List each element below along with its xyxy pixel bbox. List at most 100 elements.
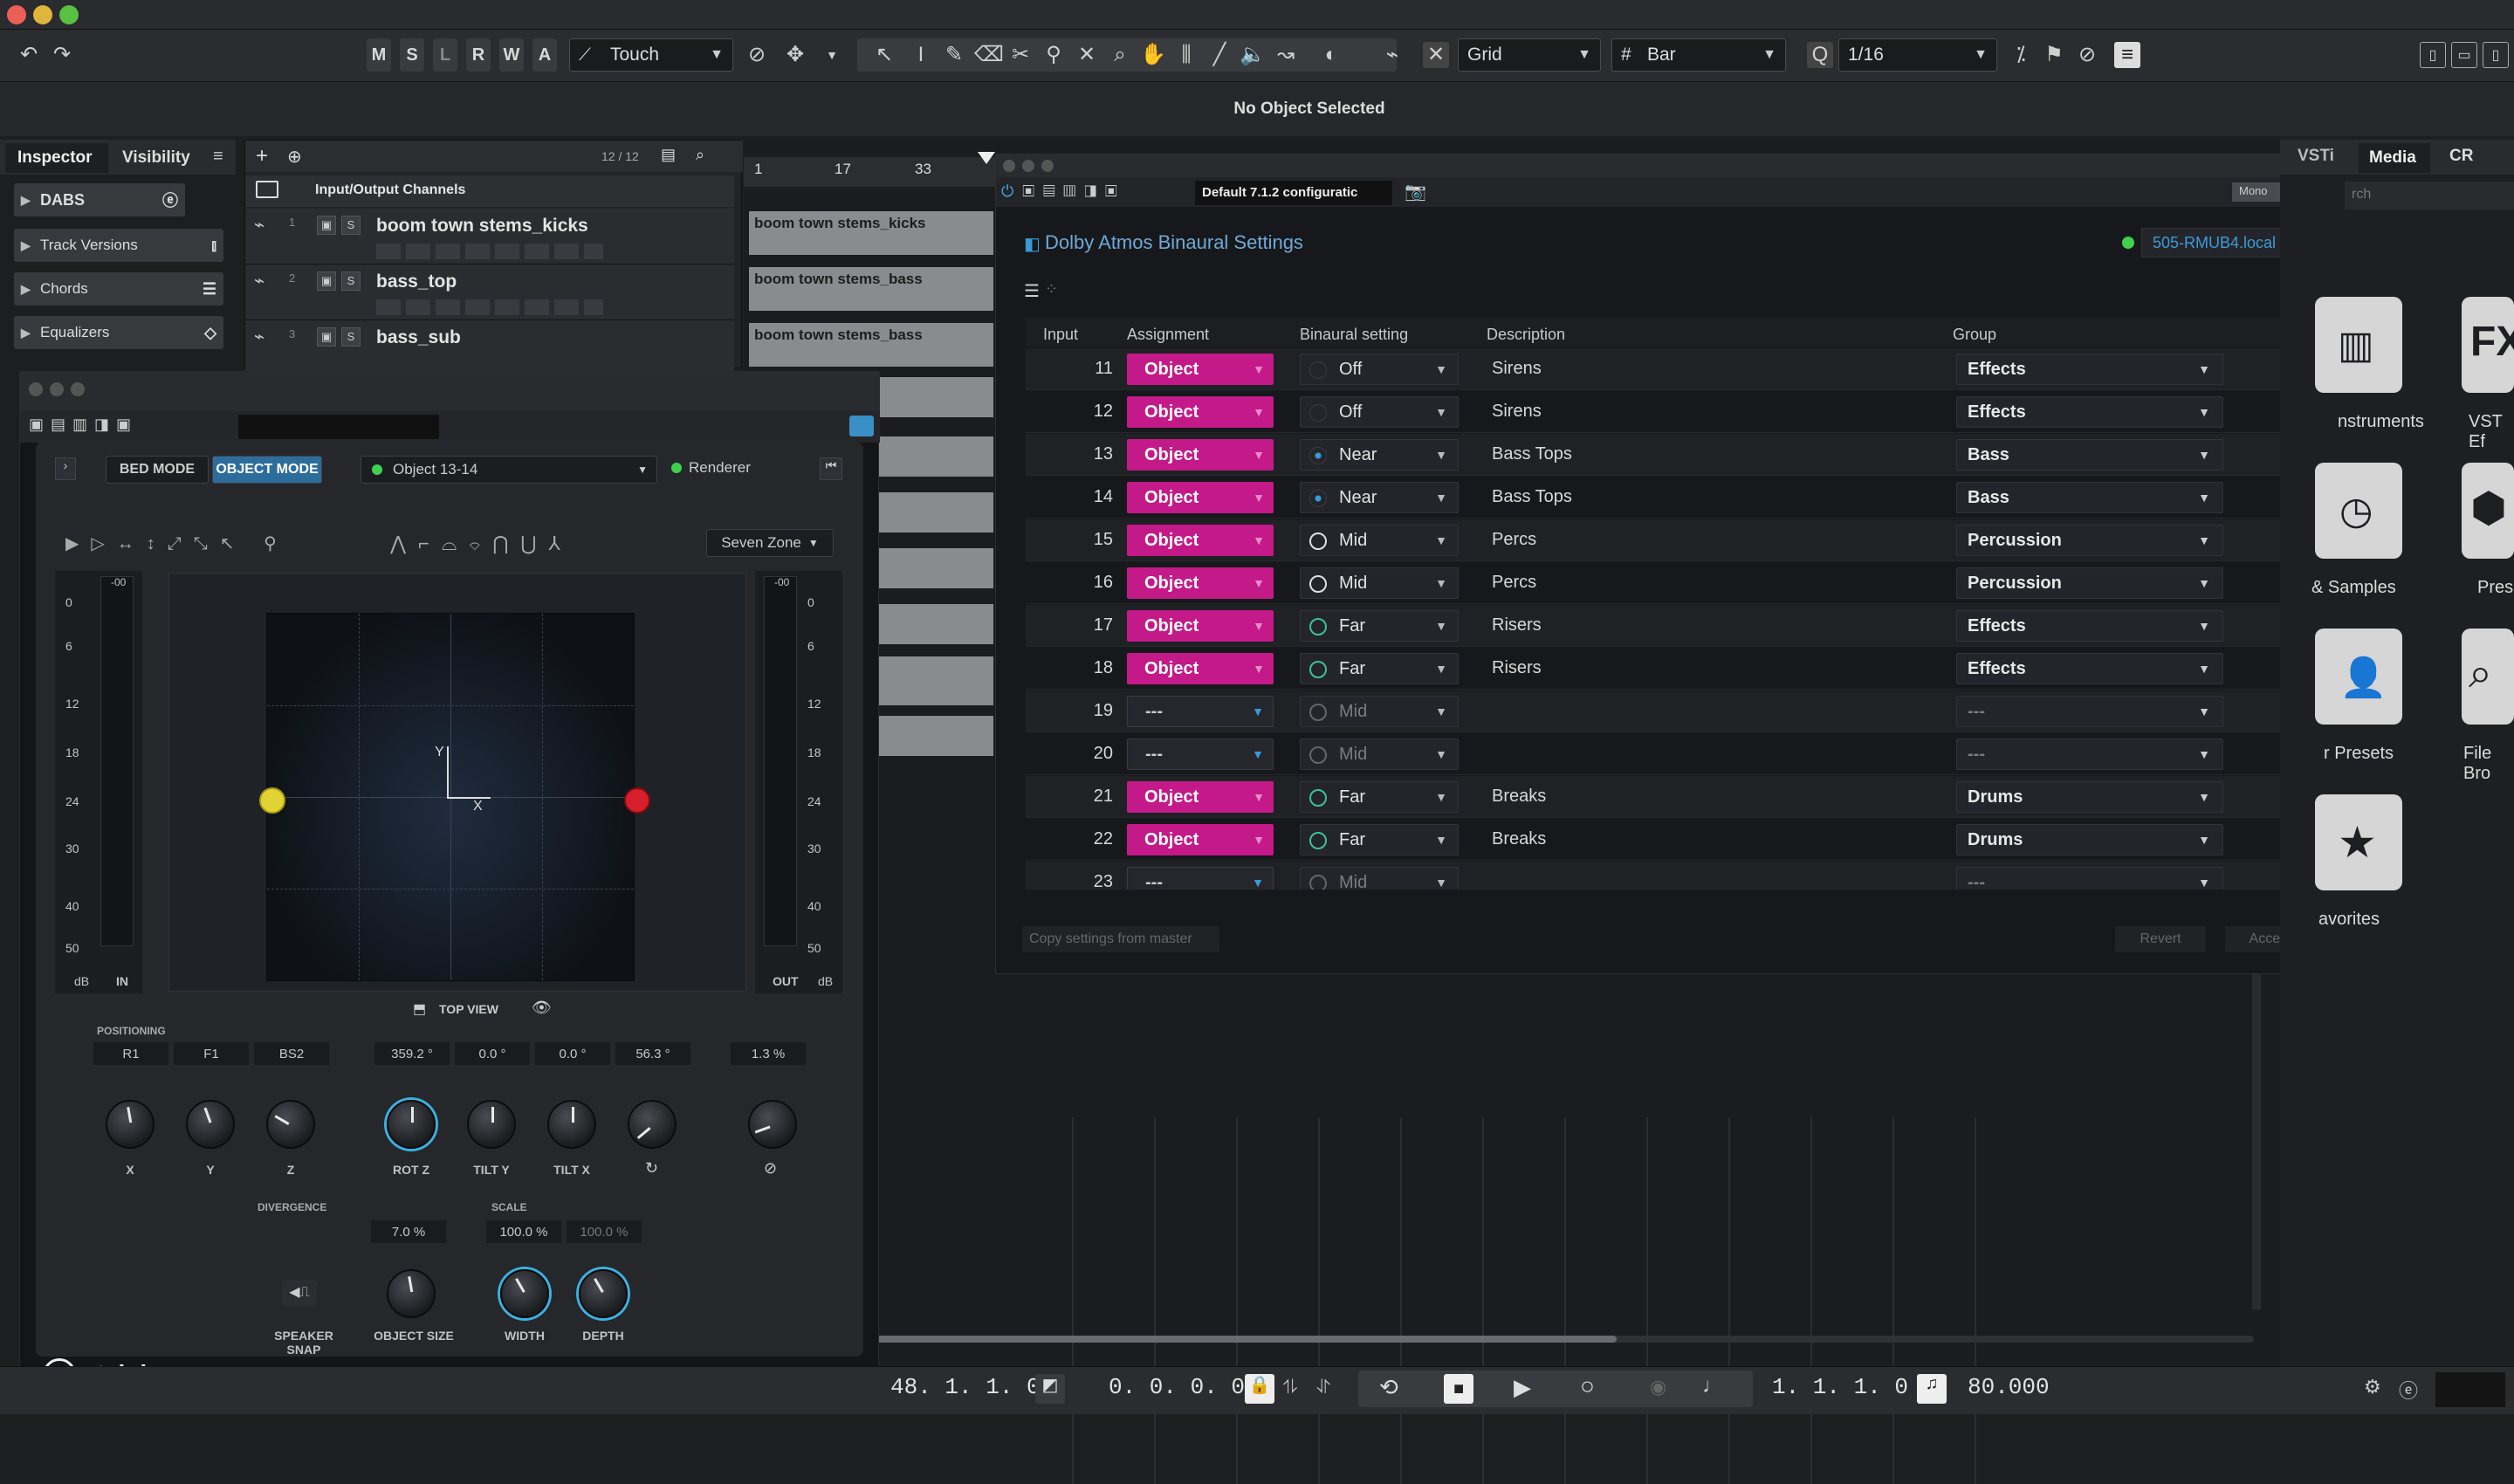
object-left-handle[interactable] xyxy=(259,787,285,814)
binaural-setting-select[interactable]: Far ▼ xyxy=(1300,781,1459,813)
left-zone-icon[interactable]: ▯ xyxy=(2420,42,2446,68)
zone-select[interactable]: Seven Zone ▼ xyxy=(706,529,834,557)
auto-scroll-icon[interactable]: ⊘ xyxy=(744,42,770,68)
binaural-setting-select[interactable]: Off ▼ xyxy=(1300,354,1459,385)
listen-mode-button[interactable]: L xyxy=(433,38,457,72)
add-track-icon[interactable]: + xyxy=(256,144,268,168)
plugin-toolbar-icons[interactable]: ▣▤▥◨▣ xyxy=(29,416,138,434)
grid-type-select[interactable]: # Bar ▼ xyxy=(1611,38,1786,72)
width-scale-value[interactable]: 100.0 % xyxy=(486,1220,561,1243)
loops-samples-tile[interactable]: ◷ xyxy=(2315,463,2402,559)
table-row[interactable]: 17 Object ▼ Far ▼ Risers Effects ▼ xyxy=(1026,605,2318,647)
group-select[interactable]: Effects ▼ xyxy=(1956,396,2223,428)
user-presets-tile[interactable]: 👤 xyxy=(2315,629,2402,725)
speaker-snap-icon[interactable]: ◀⎍ xyxy=(282,1280,317,1306)
assignment-select[interactable]: Object ▼ xyxy=(1127,482,1274,513)
lock-icon[interactable]: 🔒 xyxy=(1245,1374,1274,1404)
table-row[interactable]: 19 --- ▼ Mid ▼ --- ▼ xyxy=(1026,690,2318,732)
mute-mode-button[interactable]: M xyxy=(367,38,391,72)
favorites-tile[interactable]: ★ xyxy=(2315,794,2402,890)
track-row[interactable]: ⌁ 2 ▣ S bass_top xyxy=(245,265,734,320)
table-row[interactable]: 16 Object ▼ Mid ▼ Percs Percussion ▼ xyxy=(1026,562,2318,604)
assignment-select[interactable]: Object ▼ xyxy=(1127,525,1274,556)
group-select[interactable]: Percussion ▼ xyxy=(1956,525,2223,556)
copy-settings-button[interactable]: Copy settings from master xyxy=(1022,926,1219,952)
table-row[interactable]: 11 Object ▼ Off ▼ Sirens Effects ▼ xyxy=(1026,348,2318,390)
track-controls[interactable] xyxy=(376,244,603,259)
binaural-setting-select[interactable]: Far ▼ xyxy=(1300,653,1459,684)
mute-button[interactable]: ▣ xyxy=(317,216,336,235)
group-select[interactable]: Bass ▼ xyxy=(1956,439,2223,471)
zoom-tool-icon[interactable]: ⌕ xyxy=(1107,42,1133,68)
track-controls[interactable] xyxy=(376,299,603,315)
preset-field[interactable] xyxy=(238,415,439,439)
warp-tool-icon[interactable]: ↝ xyxy=(1273,42,1299,68)
punch-in-icon[interactable]: ⥮ xyxy=(1283,1376,1297,1398)
rotation-value[interactable]: 56.3 ° xyxy=(615,1042,690,1065)
solo-button[interactable]: S xyxy=(341,327,361,347)
binaural-setting-select[interactable]: Far ▼ xyxy=(1300,824,1459,855)
table-row[interactable]: 22 Object ▼ Far ▼ Breaks Drums ▼ xyxy=(1026,819,2318,861)
assignment-select[interactable]: --- ▼ xyxy=(1127,696,1274,727)
plugin-info-icon[interactable] xyxy=(849,416,874,436)
table-row[interactable]: 12 Object ▼ Off ▼ Sirens Effects ▼ xyxy=(1026,391,2318,433)
object-right-handle[interactable] xyxy=(624,787,650,814)
group-select[interactable]: Effects ▼ xyxy=(1956,653,2223,684)
binaural-setting-select[interactable]: Mid ▼ xyxy=(1300,696,1459,727)
zoom-window-icon[interactable] xyxy=(59,5,79,24)
depth-knob[interactable] xyxy=(579,1269,628,1318)
inspector-item-equalizers[interactable]: ▶ Equalizers ◇ xyxy=(14,316,223,349)
object-size-knob[interactable] xyxy=(387,1269,436,1318)
rot-z-knob[interactable] xyxy=(387,1100,436,1149)
right-locator-display[interactable]: 1. 1. 1. 0 xyxy=(1772,1374,1908,1400)
group-select[interactable]: --- ▼ xyxy=(1956,867,2223,890)
minimize-window-icon[interactable] xyxy=(1022,160,1034,172)
speaker-box-r1[interactable]: R1 xyxy=(93,1042,168,1065)
object-mode-button[interactable]: OBJECT MODE xyxy=(212,456,322,484)
tempo-track-icon[interactable]: ♫ xyxy=(1917,1374,1947,1404)
erase-tool-icon[interactable]: ⌫ xyxy=(974,42,1004,68)
left-locator-display[interactable]: 0. 0. 0. 0 xyxy=(1109,1374,1245,1400)
assignment-select[interactable]: Object ▼ xyxy=(1127,824,1274,855)
group-select[interactable]: Bass ▼ xyxy=(1956,482,2223,513)
playhead-icon[interactable] xyxy=(978,152,995,164)
top-view-icon[interactable]: ⬒ xyxy=(413,1000,426,1018)
minimize-window-icon[interactable] xyxy=(33,5,52,24)
x-knob[interactable] xyxy=(106,1100,155,1149)
presets-tile[interactable]: ⬢ xyxy=(2462,463,2514,559)
line-tool-icon[interactable]: ╱ xyxy=(1206,42,1233,68)
play-icon[interactable]: ▶ xyxy=(1514,1374,1531,1401)
comp-tool-icon[interactable]: ⫼ xyxy=(1173,42,1199,68)
draw-tool-icon[interactable]: ✎ xyxy=(941,42,967,68)
assignment-select[interactable]: --- ▼ xyxy=(1127,739,1274,770)
close-window-icon[interactable] xyxy=(1003,160,1015,172)
track-search-icon[interactable]: ⌕ xyxy=(696,146,704,164)
quantize-panel-icon[interactable]: ≡ xyxy=(2114,42,2140,68)
assignment-select[interactable]: Object ▼ xyxy=(1127,610,1274,642)
binaural-setting-select[interactable]: Near ▼ xyxy=(1300,439,1459,471)
metronome-off-icon[interactable]: ◉ xyxy=(1650,1376,1666,1398)
collapse-icon[interactable]: ⏮ xyxy=(820,457,842,480)
group-select[interactable]: Percussion ▼ xyxy=(1956,567,2223,599)
punch-out-icon[interactable]: ⥯ xyxy=(1316,1376,1330,1398)
click-icon[interactable]: ♩ xyxy=(1702,1374,1723,1398)
apply-quantize-icon[interactable]: ⚑ xyxy=(2041,42,2067,68)
depth-scale-value[interactable]: 100.0 % xyxy=(567,1220,642,1243)
speaker-box-bs2[interactable]: BS2 xyxy=(254,1042,329,1065)
mute-button[interactable]: ▣ xyxy=(317,327,336,347)
edit-icon[interactable]: ⓔ xyxy=(2399,1376,2418,1404)
preset-field[interactable]: Default 7.1.2 configuratic xyxy=(1195,181,1392,205)
pan-curve-icons[interactable]: ⋀⌐⌓⌔⋂⋃⅄ xyxy=(390,532,573,555)
tab-visibility[interactable]: Visibility xyxy=(122,148,190,168)
play-tool-icon[interactable]: 🔈 xyxy=(1240,42,1266,68)
iterative-quantize-icon[interactable]: ⁒ xyxy=(2008,42,2034,68)
snap-zero-icon[interactable]: ⌁ xyxy=(1379,42,1405,68)
selection-tool-icon[interactable]: ✥ xyxy=(782,42,808,68)
binaural-setting-select[interactable]: Mid ▼ xyxy=(1300,567,1459,599)
pan-tool-icons[interactable]: ▶▷↔↕⤢⤡↖ ⚲ xyxy=(65,532,289,554)
locator-icon[interactable]: ◩ xyxy=(1035,1374,1065,1404)
table-row[interactable]: 14 Object ▼ Near ▼ Bass Tops Bass ▼ xyxy=(1026,477,2318,519)
track-row[interactable]: ⌁ 1 ▣ S boom town stems_kicks xyxy=(245,209,734,265)
amount-knob[interactable] xyxy=(748,1100,797,1149)
redo-icon[interactable]: ↷ xyxy=(49,42,75,68)
